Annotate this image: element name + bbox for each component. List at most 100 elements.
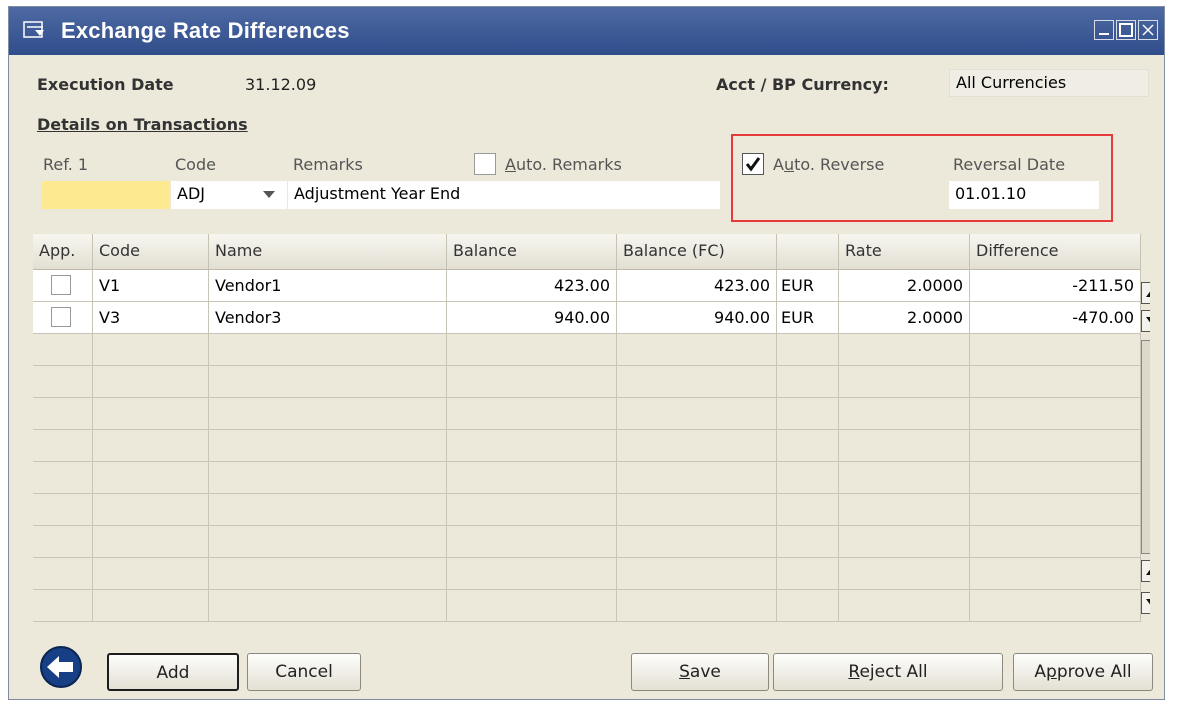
empty-cell[interactable] <box>209 366 447 398</box>
close-button[interactable] <box>1138 20 1158 40</box>
empty-cell[interactable] <box>777 494 839 526</box>
empty-cell[interactable] <box>970 590 1141 622</box>
approve-cell[interactable] <box>33 302 93 334</box>
col-header-app[interactable]: App. <box>33 234 93 270</box>
empty-cell[interactable] <box>970 334 1141 366</box>
empty-cell[interactable] <box>839 494 970 526</box>
empty-cell[interactable] <box>33 462 93 494</box>
save-button[interactable]: Save <box>631 653 769 691</box>
empty-cell[interactable] <box>970 398 1141 430</box>
empty-cell[interactable] <box>970 494 1141 526</box>
empty-cell[interactable] <box>839 558 970 590</box>
empty-cell[interactable] <box>839 462 970 494</box>
empty-cell[interactable] <box>839 398 970 430</box>
approve-checkbox[interactable] <box>51 275 71 295</box>
empty-cell[interactable] <box>93 462 209 494</box>
scrollbar-thumb[interactable] <box>1141 340 1150 554</box>
empty-cell[interactable] <box>93 590 209 622</box>
col-header-name[interactable]: Name <box>209 234 447 270</box>
minimize-button[interactable] <box>1094 20 1114 40</box>
empty-cell[interactable] <box>777 398 839 430</box>
empty-cell[interactable] <box>839 590 970 622</box>
empty-cell[interactable] <box>447 494 617 526</box>
empty-cell[interactable] <box>617 494 777 526</box>
empty-cell[interactable] <box>209 430 447 462</box>
empty-cell[interactable] <box>209 526 447 558</box>
empty-cell[interactable] <box>33 494 93 526</box>
empty-cell[interactable] <box>970 430 1141 462</box>
back-arrow-icon[interactable] <box>39 645 83 689</box>
empty-cell[interactable] <box>209 494 447 526</box>
cancel-button[interactable]: Cancel <box>247 653 361 691</box>
empty-cell[interactable] <box>617 526 777 558</box>
empty-cell[interactable] <box>33 334 93 366</box>
empty-cell[interactable] <box>617 430 777 462</box>
empty-cell[interactable] <box>447 526 617 558</box>
empty-cell[interactable] <box>447 558 617 590</box>
currency-field[interactable]: All Currencies <box>949 69 1149 97</box>
ref1-input[interactable] <box>42 181 169 209</box>
reject-all-button[interactable]: Reject All <box>773 653 1003 691</box>
empty-cell[interactable] <box>93 366 209 398</box>
title-bar[interactable]: Exchange Rate Differences <box>9 7 1164 55</box>
empty-cell[interactable] <box>447 366 617 398</box>
empty-cell[interactable] <box>209 462 447 494</box>
scroll-up-small-button[interactable] <box>1141 282 1150 304</box>
col-header-code[interactable]: Code <box>93 234 209 270</box>
empty-cell[interactable] <box>447 398 617 430</box>
empty-cell[interactable] <box>93 494 209 526</box>
empty-cell[interactable] <box>447 430 617 462</box>
auto-reverse-checkbox[interactable] <box>742 153 764 175</box>
empty-cell[interactable] <box>617 398 777 430</box>
scroll-down-small-button[interactable] <box>1141 310 1150 332</box>
add-button[interactable]: Add <box>107 653 239 691</box>
empty-cell[interactable] <box>777 590 839 622</box>
col-header-currency[interactable] <box>777 234 839 270</box>
empty-cell[interactable] <box>617 558 777 590</box>
approve-checkbox[interactable] <box>51 307 71 327</box>
empty-cell[interactable] <box>33 398 93 430</box>
empty-cell[interactable] <box>839 366 970 398</box>
empty-cell[interactable] <box>33 558 93 590</box>
empty-cell[interactable] <box>970 462 1141 494</box>
empty-cell[interactable] <box>33 366 93 398</box>
empty-cell[interactable] <box>93 334 209 366</box>
empty-cell[interactable] <box>777 558 839 590</box>
empty-cell[interactable] <box>617 366 777 398</box>
empty-cell[interactable] <box>777 462 839 494</box>
empty-cell[interactable] <box>777 430 839 462</box>
empty-cell[interactable] <box>617 590 777 622</box>
code-select[interactable]: ADJ <box>171 181 287 209</box>
scroll-down-button[interactable] <box>1141 592 1150 614</box>
empty-cell[interactable] <box>447 590 617 622</box>
col-header-balance-fc[interactable]: Balance (FC) <box>617 234 777 270</box>
reversal-date-input[interactable]: 01.01.10 <box>949 181 1099 209</box>
col-header-difference[interactable]: Difference <box>970 234 1141 270</box>
empty-cell[interactable] <box>33 430 93 462</box>
scroll-up-button[interactable] <box>1141 560 1150 582</box>
maximize-button[interactable] <box>1116 20 1136 40</box>
empty-cell[interactable] <box>93 558 209 590</box>
empty-cell[interactable] <box>447 462 617 494</box>
empty-cell[interactable] <box>33 526 93 558</box>
empty-cell[interactable] <box>209 398 447 430</box>
empty-cell[interactable] <box>777 366 839 398</box>
empty-cell[interactable] <box>447 334 617 366</box>
empty-cell[interactable] <box>970 366 1141 398</box>
empty-cell[interactable] <box>970 558 1141 590</box>
empty-cell[interactable] <box>93 526 209 558</box>
empty-cell[interactable] <box>777 526 839 558</box>
empty-cell[interactable] <box>839 526 970 558</box>
empty-cell[interactable] <box>93 430 209 462</box>
empty-cell[interactable] <box>839 430 970 462</box>
approve-cell[interactable] <box>33 270 93 302</box>
empty-cell[interactable] <box>839 334 970 366</box>
remarks-input[interactable]: Adjustment Year End <box>288 181 720 209</box>
empty-cell[interactable] <box>93 398 209 430</box>
empty-cell[interactable] <box>209 334 447 366</box>
col-header-balance[interactable]: Balance <box>447 234 617 270</box>
auto-remarks-checkbox[interactable] <box>474 153 496 175</box>
empty-cell[interactable] <box>970 526 1141 558</box>
col-header-rate[interactable]: Rate <box>839 234 970 270</box>
approve-all-button[interactable]: Approve All <box>1013 653 1153 691</box>
